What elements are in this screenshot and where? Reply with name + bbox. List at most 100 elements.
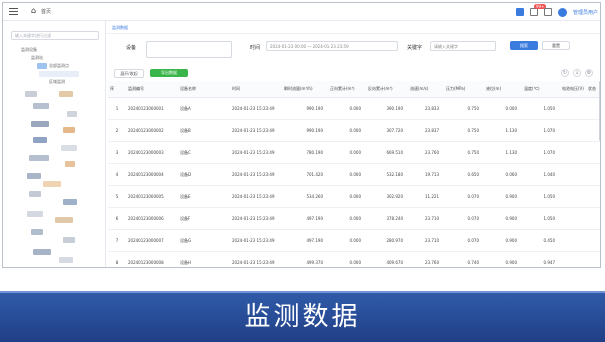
table-row[interactable]: 6 20240123000006 设备F 2024-01-23 15:23:49 497… <box>108 207 600 230</box>
table-cell: 7 <box>108 229 126 252</box>
export-button[interactable]: 导出数据 <box>150 69 188 77</box>
table-cell: 0.070 <box>444 207 484 230</box>
col-header[interactable]: 时间 <box>230 81 282 98</box>
tree-node-blur[interactable] <box>43 181 61 187</box>
device-select[interactable] <box>146 41 232 58</box>
tree-node-blur[interactable] <box>29 155 49 161</box>
table-row[interactable]: 3 20240123000003 设备C 2024-01-23 15:23:49 780… <box>108 141 600 164</box>
table-cell: 0.750 <box>444 97 484 120</box>
topbar-actions: 99+ 管理员用户 <box>515 4 598 18</box>
table-cell: 1.070 <box>522 141 560 164</box>
table-row[interactable]: 8 20240123000008 设备H 2024-01-23 15:23:49 499… <box>108 251 600 267</box>
table-cell: 20240123000002 <box>126 119 178 142</box>
vertical-scrollbar[interactable] <box>599 81 600 141</box>
col-header[interactable]: 序 <box>108 81 126 98</box>
tree-node-root[interactable]: 监测设备 <box>21 47 37 53</box>
table-cell: 0.750 <box>444 119 484 142</box>
device-label: 设备 <box>126 45 137 51</box>
tree-node-blur[interactable] <box>65 161 75 167</box>
col-header[interactable]: 状态 <box>586 81 600 98</box>
table-cell: 499.370 <box>282 251 328 267</box>
bell-icon[interactable]: 99+ <box>529 4 547 16</box>
table-cell <box>560 229 586 252</box>
tree-node-blur[interactable] <box>59 91 73 97</box>
tree-node-blur[interactable] <box>29 191 41 197</box>
tree-node-blur[interactable] <box>63 237 75 243</box>
collapse-button[interactable]: 展开/收起 <box>114 69 144 78</box>
table-cell: 497.190 <box>282 207 328 230</box>
tree-node-blur[interactable] <box>63 199 77 205</box>
table-cell: 409.670 <box>366 251 408 267</box>
col-header[interactable]: 压力(MPa) <box>444 81 484 98</box>
tree-node-blur[interactable] <box>33 103 49 109</box>
tree-node-hq[interactable]: 总部监测点 <box>49 63 69 69</box>
col-header[interactable]: 反向累计(m³) <box>366 81 408 98</box>
table-cell: 0.000 <box>328 119 366 142</box>
table-cell: 0.450 <box>522 229 560 252</box>
search-button[interactable]: 搜索 <box>510 41 538 50</box>
spacer <box>0 268 605 291</box>
col-header[interactable]: 液位(m) <box>484 81 522 98</box>
table-row[interactable]: 5 20240123000005 设备E 2024-01-23 15:23:49 534… <box>108 185 600 208</box>
table-cell: 0.060 <box>484 163 522 186</box>
tree-node-blur[interactable] <box>59 257 73 263</box>
col-header[interactable]: 瞬时流量(m³/h) <box>282 81 328 98</box>
reset-button[interactable]: 重置 <box>542 41 570 50</box>
col-header[interactable]: 流速(m/s) <box>408 81 444 98</box>
table-row[interactable]: 2 20240123000002 设备B 2024-01-23 15:23:49 990… <box>108 119 600 142</box>
message-icon[interactable] <box>515 8 524 16</box>
tab-monitor-data[interactable]: 监测数据 <box>112 25 128 31</box>
refresh-icon[interactable]: ↻ <box>561 69 569 77</box>
tree-node-blur[interactable] <box>61 145 77 151</box>
menu-icon[interactable] <box>9 8 18 15</box>
tree-node-blur[interactable] <box>25 91 37 97</box>
keyword-input[interactable]: 请输入关键字 <box>430 41 496 51</box>
col-header[interactable]: 正向累计(m³) <box>328 81 366 98</box>
fullscreen-icon[interactable] <box>543 8 552 16</box>
table-cell: 2024-01-23 15:23:49 <box>230 185 282 208</box>
caption-text: 监测数据 <box>244 302 361 332</box>
tree-node-blur[interactable] <box>31 121 49 127</box>
breadcrumb-home[interactable]: 首页 <box>41 8 51 15</box>
tree-node-blur[interactable] <box>67 111 77 117</box>
table-cell: 1.130 <box>484 119 522 142</box>
col-header[interactable]: 设备名称 <box>178 81 230 98</box>
tree-node-blur[interactable] <box>27 211 43 217</box>
table-cell: 0.070 <box>444 229 484 252</box>
table-cell: 23.837 <box>408 119 444 142</box>
col-header[interactable]: 监测编号 <box>126 81 178 98</box>
tree-node-blur[interactable] <box>63 127 75 133</box>
tree-node-blur[interactable] <box>33 249 51 255</box>
time-range-picker[interactable]: 2024-01-23 00:00 — 2024-01-23 23:59 <box>266 41 398 51</box>
table-row[interactable]: 7 20240123000007 设备G 2024-01-23 15:23:49 497… <box>108 229 600 252</box>
table-cell: 0.000 <box>328 185 366 208</box>
tree-node-blur[interactable] <box>31 229 43 235</box>
table-cell <box>560 207 586 230</box>
sidebar-search-input[interactable]: 输入关键字进行过滤 <box>11 31 99 40</box>
table-row[interactable]: 4 20240123000004 设备D 2024-01-23 15:23:49 701… <box>108 163 600 186</box>
table-cell: 1.070 <box>522 119 560 142</box>
table-cell: 0.740 <box>444 251 484 267</box>
table-cell: 2024-01-23 15:23:49 <box>230 251 282 267</box>
table-cell: 2024-01-23 15:23:49 <box>230 207 282 230</box>
tree-node-blur[interactable] <box>55 217 73 223</box>
tree-node-selected[interactable] <box>39 71 79 77</box>
table-cell: 20240123000006 <box>126 207 178 230</box>
table-cell: 设备G <box>178 229 230 252</box>
top-bar: ⌂ 首页 99+ 管理员用户 <box>3 3 600 21</box>
home-icon[interactable]: ⌂ <box>31 6 36 15</box>
col-header[interactable]: 温度(℃) <box>522 81 560 98</box>
table-cell: 2 <box>108 119 126 142</box>
table-cell: 0.000 <box>328 229 366 252</box>
col-header[interactable]: 电池电压(V) <box>560 81 586 98</box>
settings-icon[interactable]: ⚙ <box>585 69 593 77</box>
tree-node-region[interactable]: 区域监测 <box>49 79 65 85</box>
tree-node-blur[interactable] <box>33 137 47 143</box>
tree-node-station[interactable]: 监测站 <box>31 55 43 61</box>
table-row[interactable]: 1 20240123000001 设备A 2024-01-23 15:23:49 990… <box>108 97 600 120</box>
tree-node-blur[interactable] <box>27 173 41 179</box>
avatar[interactable] <box>557 7 567 17</box>
table-cell <box>560 163 586 186</box>
user-name[interactable]: 管理员用户 <box>573 9 598 16</box>
download-icon[interactable]: ↓ <box>573 69 581 77</box>
